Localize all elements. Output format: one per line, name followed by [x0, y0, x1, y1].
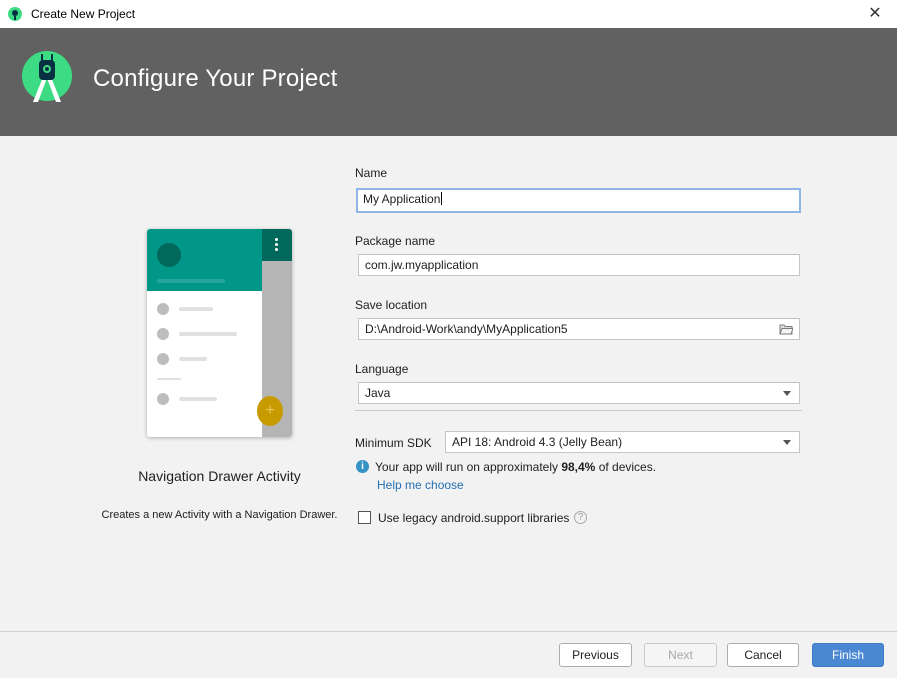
legacy-libraries-checkbox[interactable] — [358, 511, 371, 524]
avatar — [157, 243, 181, 267]
template-preview-image: + — [147, 229, 292, 437]
package-name-value: com.jw.myapplication — [365, 258, 479, 272]
footer-divider — [0, 631, 897, 632]
language-select[interactable]: Java — [358, 382, 800, 404]
minimum-sdk-select[interactable]: API 18: Android 4.3 (Jelly Bean) — [445, 431, 800, 453]
name-input-value: My Application — [363, 192, 441, 206]
save-location-input[interactable]: D:\Android-Work\andy\MyApplication5 — [358, 318, 800, 340]
android-studio-logo — [22, 51, 72, 102]
minimum-sdk-selected-value: API 18: Android 4.3 (Jelly Bean) — [452, 435, 623, 449]
minimum-sdk-label: Minimum SDK — [355, 436, 432, 450]
header-banner: Configure Your Project — [0, 28, 897, 136]
save-location-value: D:\Android-Work\andy\MyApplication5 — [365, 322, 568, 336]
device-coverage-info: Your app will run on approximately 98,4%… — [375, 460, 657, 474]
window-titlebar: Create New Project ✕ — [0, 0, 897, 28]
cancel-button[interactable]: Cancel — [727, 643, 799, 667]
close-icon[interactable]: ✕ — [864, 4, 886, 24]
fab-plus-icon: + — [257, 396, 283, 426]
help-me-choose-link[interactable]: Help me choose — [377, 478, 464, 492]
name-label: Name — [355, 166, 388, 180]
template-name: Navigation Drawer Activity — [138, 468, 301, 484]
info-icon: i — [356, 460, 369, 473]
next-button[interactable]: Next — [644, 643, 717, 667]
overflow-menu-icon — [275, 238, 279, 253]
language-label: Language — [355, 362, 409, 376]
help-question-icon[interactable]: ? — [574, 511, 587, 524]
folder-icon[interactable] — [779, 323, 793, 335]
previous-button[interactable]: Previous — [559, 643, 632, 667]
name-input[interactable]: My Application — [356, 188, 801, 213]
page-title: Configure Your Project — [93, 65, 338, 92]
package-name-label: Package name — [355, 234, 436, 248]
language-selected-value: Java — [365, 386, 391, 400]
chevron-down-icon — [783, 391, 791, 396]
window-title: Create New Project — [31, 7, 136, 21]
finish-button[interactable]: Finish — [812, 643, 884, 667]
template-description: Creates a new Activity with a Navigation… — [101, 509, 338, 521]
legacy-libraries-label[interactable]: Use legacy android.support libraries — [378, 511, 569, 525]
coverage-percent: 98,4% — [561, 460, 596, 474]
chevron-down-icon — [783, 440, 791, 445]
android-studio-icon — [8, 7, 22, 21]
section-divider — [355, 410, 802, 411]
package-name-input[interactable]: com.jw.myapplication — [358, 254, 800, 276]
save-location-label: Save location — [355, 298, 428, 312]
